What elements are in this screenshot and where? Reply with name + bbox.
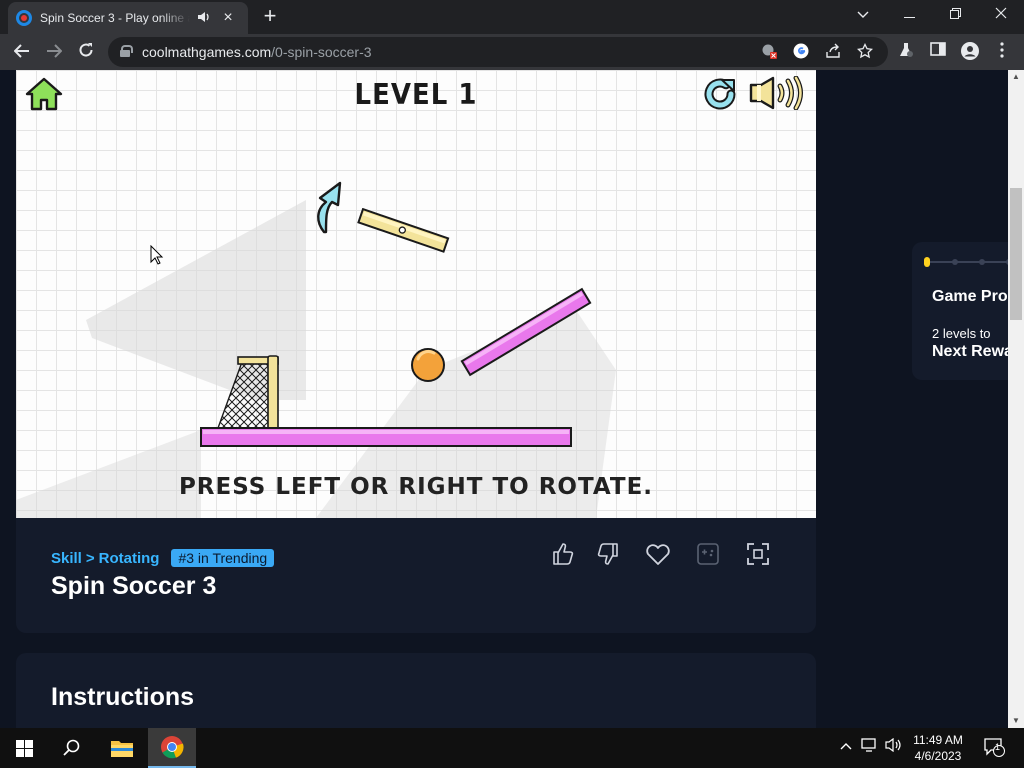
tray-overflow-chevron-icon[interactable] — [836, 738, 856, 753]
browser-tab[interactable]: Spin Soccer 3 - Play online at Coolmath … — [8, 2, 248, 34]
taskbar-clock[interactable]: 11:49 AM 4/6/2023 — [906, 732, 970, 764]
tab-title: Spin Soccer 3 - Play online at Coolmath … — [40, 11, 190, 25]
floor-platform — [200, 426, 572, 453]
close-window-icon[interactable] — [978, 0, 1024, 32]
tab-close-icon[interactable]: × — [220, 10, 236, 26]
file-explorer-icon[interactable] — [98, 728, 146, 768]
game-progress-card[interactable]: Game Pro 2 levels to Next Rewa — [912, 242, 1008, 380]
clock-time: 11:49 AM — [913, 733, 963, 747]
angled-platform — [456, 286, 596, 383]
soccer-ball — [411, 347, 447, 388]
network-icon[interactable] — [860, 738, 880, 755]
search-icon[interactable] — [48, 728, 96, 768]
breadcrumb: Skill > Rotating #3 in Trending — [51, 549, 278, 567]
controller-icon[interactable] — [696, 542, 722, 568]
bookmark-star-icon[interactable] — [856, 42, 874, 61]
instructions-heading: Instructions — [51, 683, 195, 711]
page-content: LEVEL 1 PRESS LEFT OR RIGHT TO ROTATE. S… — [0, 70, 1008, 728]
extension-flask-icon[interactable] — [896, 42, 916, 62]
fullscreen-icon[interactable] — [746, 542, 772, 568]
soccer-goal — [216, 354, 284, 435]
browser-menu-icon[interactable] — [992, 42, 1012, 62]
scroll-up-icon[interactable]: ▲ — [1008, 70, 1024, 84]
blocked-content-icon[interactable] — [760, 43, 778, 61]
back-arrow-icon[interactable] — [8, 38, 36, 66]
heart-icon[interactable] — [645, 542, 671, 568]
minimize-icon[interactable] — [886, 0, 932, 32]
clock-date: 4/6/2023 — [914, 749, 962, 763]
level-title: LEVEL 1 — [354, 78, 478, 112]
restart-icon[interactable] — [704, 78, 738, 115]
progress-subtitle: 2 levels to — [932, 326, 991, 341]
share-icon[interactable] — [824, 43, 842, 61]
notification-center-icon[interactable]: 1 — [982, 736, 1006, 761]
speaker-icon[interactable] — [196, 11, 212, 26]
restore-icon[interactable] — [932, 0, 978, 32]
new-tab-icon[interactable]: + — [258, 4, 282, 28]
notification-count: 1 — [995, 742, 1001, 752]
rotate-instruction: PRESS LEFT OR RIGHT TO ROTATE. — [178, 474, 654, 500]
breadcrumb-subcategory[interactable]: Rotating — [99, 550, 160, 567]
progress-dots — [922, 254, 1008, 267]
game-canvas[interactable]: LEVEL 1 PRESS LEFT OR RIGHT TO ROTATE. — [16, 70, 816, 518]
side-panel-icon[interactable] — [928, 42, 948, 62]
tab-search-chevron-icon[interactable] — [840, 0, 886, 32]
google-lens-icon[interactable] — [792, 43, 810, 61]
sound-toggle-icon[interactable] — [748, 75, 810, 115]
profile-icon[interactable] — [960, 42, 980, 62]
progress-title: Game Pro — [932, 288, 1008, 305]
thumbs-down-icon[interactable] — [596, 542, 622, 568]
game-title: Spin Soccer 3 — [51, 572, 217, 600]
coolmath-favicon-icon — [16, 10, 32, 26]
thumbs-up-icon[interactable] — [551, 542, 577, 568]
windows-taskbar: 11:49 AM 4/6/2023 1 — [0, 728, 1024, 768]
rotating-plank — [352, 207, 452, 259]
game-info-card: Skill > Rotating #3 in Trending Spin Soc… — [16, 518, 816, 633]
progress-next-reward: Next Rewa — [932, 343, 1008, 360]
address-bar[interactable]: coolmathgames.com/0-spin-soccer-3 — [108, 37, 888, 67]
lock-icon — [120, 45, 133, 57]
forward-arrow-icon[interactable] — [40, 38, 68, 66]
breadcrumb-category[interactable]: Skill — [51, 550, 82, 567]
breadcrumb-separator: > — [85, 549, 95, 567]
reload-icon[interactable] — [72, 38, 100, 66]
windows-start-icon[interactable] — [0, 728, 48, 768]
browser-toolbar: coolmathgames.com/0-spin-soccer-3 — [0, 34, 1024, 70]
curved-arrow-icon — [306, 180, 346, 241]
trending-badge[interactable]: #3 in Trending — [171, 549, 275, 567]
page-scrollbar[interactable]: ▲ ▼ — [1008, 70, 1024, 728]
tab-strip: Spin Soccer 3 - Play online at Coolmath … — [0, 0, 1024, 34]
chrome-taskbar-icon[interactable] — [148, 728, 196, 768]
home-icon[interactable] — [24, 76, 64, 117]
mouse-cursor-icon — [150, 244, 164, 270]
scrollbar-thumb[interactable] — [1010, 188, 1022, 320]
instructions-card: Instructions — [16, 653, 816, 728]
volume-icon[interactable] — [884, 737, 904, 755]
scroll-down-icon[interactable]: ▼ — [1008, 714, 1024, 728]
url-text: coolmathgames.com/0-spin-soccer-3 — [142, 44, 372, 60]
